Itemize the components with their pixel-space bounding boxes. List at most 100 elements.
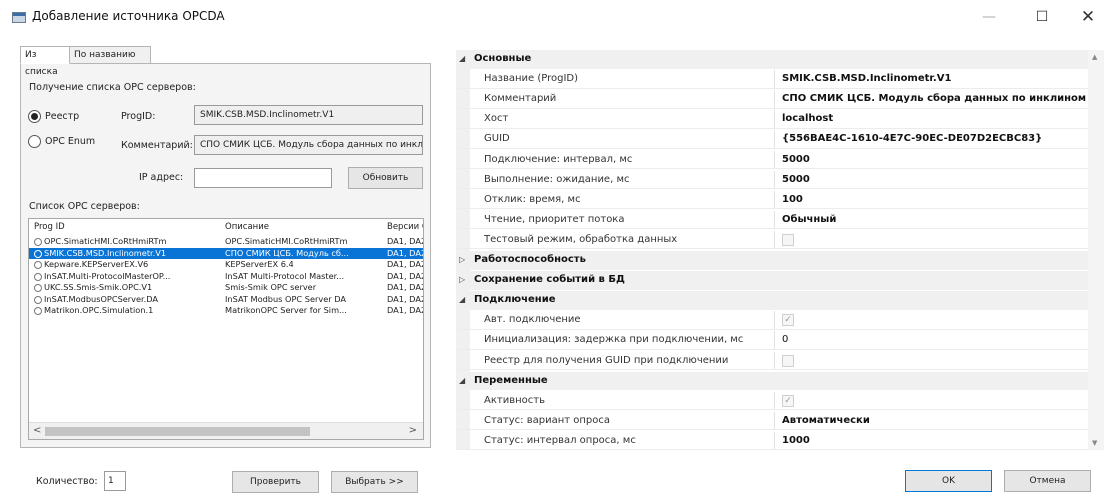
comment-field[interactable]: СПО СМИК ЦСБ. Модуль сбора данных по инк… [194, 135, 423, 155]
collapse-icon[interactable]: ◢ [459, 376, 465, 385]
property-name: Статус: вариант опроса [484, 414, 611, 426]
property-value[interactable]: 5000 [782, 154, 1088, 165]
scroll-left-arrow[interactable]: < [33, 425, 41, 436]
property-value[interactable]: 1000 [782, 435, 1088, 446]
window-icon [12, 12, 26, 23]
column-divider [774, 170, 775, 189]
property-value[interactable]: СПО СМИК ЦСБ. Модуль сбора данных по инк… [782, 93, 1088, 104]
property-category[interactable]: ▷ Работоспособность [456, 251, 1088, 270]
property-value[interactable]: 5000 [782, 174, 1088, 185]
property-value[interactable]: 0 [782, 334, 1088, 345]
minimize-button[interactable]: — [969, 6, 1009, 28]
property-value[interactable]: localhost [782, 113, 1088, 124]
registry-radio[interactable] [28, 110, 41, 123]
property-checkbox[interactable] [782, 354, 794, 367]
table-row[interactable]: UKC.SS.Smis-Smik.OPC.V1 Smis-Smik OPC ser… [29, 282, 423, 294]
horizontal-scrollbar[interactable]: < > [29, 422, 423, 439]
property-row[interactable]: Статус: вариант опроса Автоматически [456, 411, 1088, 431]
collapse-icon[interactable]: ◢ [459, 54, 465, 63]
property-category[interactable]: ◢ Основные [456, 50, 1088, 69]
prog-id-cell: UKC.SS.Smis-Smik.OPC.V1 [44, 282, 153, 292]
property-name: Авт. подключение [484, 314, 581, 326]
property-value[interactable]: 100 [782, 194, 1088, 205]
property-value[interactable]: {556BAE4C-1610-4E7C-90EC-DE07D2ECBC83} [782, 133, 1088, 144]
tab-by-name[interactable]: По названию [69, 46, 151, 64]
property-row[interactable]: Хост localhost [456, 110, 1088, 129]
property-row[interactable]: Авт. подключение ✓ [456, 311, 1088, 330]
scroll-up-arrow[interactable]: ▲ [1092, 53, 1097, 61]
property-value[interactable]: Автоматически [782, 415, 1088, 426]
property-row[interactable]: Отклик: время, мс 100 [456, 190, 1088, 210]
server-icon [34, 272, 42, 281]
property-name: Чтение, приоритет потока [484, 213, 625, 225]
table-row[interactable]: SMIK.CSB.MSD.Inclinometr.V1 СПО СМИК ЦСБ.… [29, 247, 423, 259]
expand-icon[interactable]: ▷ [459, 255, 465, 264]
server-icon [34, 284, 42, 292]
table-row[interactable]: Matrikon.OPC.Simulation.1 MatrikonOPC Ser… [29, 305, 423, 317]
check-button[interactable]: Проверить [232, 471, 319, 493]
column-divider [774, 331, 775, 349]
property-row[interactable]: Название (ProgID) SMIK.CSB.MSD.Inclinomet… [456, 70, 1088, 89]
column-header-prog-id[interactable]: Prog ID [34, 222, 217, 232]
from-list-panel: Получение списка OPC серверов: Реестр OP… [20, 63, 431, 448]
comment-label: Комментарий: [121, 140, 193, 151]
property-checkbox[interactable] [782, 233, 794, 246]
ok-button[interactable]: OK [905, 470, 992, 492]
opc-server-list[interactable]: Prog ID Описание Версии OPC D. OPC.Simat… [28, 218, 424, 440]
property-row[interactable]: Выполнение: ожидание, мс 5000 [456, 170, 1088, 190]
versions-cell: DA1, DA2, DA3 [387, 259, 423, 269]
description-cell: InSAT Modbus OPC Server DA [225, 293, 346, 304]
property-row[interactable]: Подключение: интервал, мс 5000 [456, 150, 1088, 169]
refresh-button[interactable]: Обновить [348, 167, 423, 189]
property-row[interactable]: GUID {556BAE4C-1610-4E7C-90EC-DE07D2ECBC8… [456, 130, 1088, 149]
property-grid[interactable]: ◢ Основные Название (ProgID) SMIK.CSB.MSD.I… [456, 50, 1104, 450]
property-name: Отклик: время, мс [484, 193, 581, 205]
expand-icon[interactable]: ▷ [459, 275, 465, 284]
scroll-right-arrow[interactable]: > [409, 425, 417, 436]
count-field[interactable]: 1 [104, 471, 126, 491]
scroll-down-arrow[interactable]: ▼ [1092, 439, 1097, 447]
property-name: Инициализация: задержка при подключении,… [484, 334, 744, 346]
property-row[interactable]: Комментарий СПО СМИК ЦСБ. Модуль сбора да… [456, 90, 1088, 109]
property-value[interactable]: SMIK.CSB.MSD.Inclinometr.V1 [782, 73, 1088, 84]
property-checkbox[interactable]: ✓ [782, 314, 794, 327]
column-divider [774, 411, 775, 430]
registry-radio-label: Реестр [45, 111, 80, 122]
property-checkbox[interactable]: ✓ [782, 394, 794, 407]
server-icon [34, 295, 42, 304]
close-button[interactable]: ✕ [1068, 6, 1108, 28]
cancel-button[interactable]: Отмена [1004, 470, 1091, 492]
tab-from-list[interactable]: Из списка [20, 46, 70, 77]
property-row[interactable]: Статус: интервал опроса, мс 1000 [456, 431, 1088, 450]
property-row[interactable]: Реестр для получения GUID при подключени… [456, 351, 1088, 370]
property-row[interactable]: Инициализация: задержка при подключении,… [456, 331, 1088, 350]
table-row[interactable]: Kepware.KEPServerEX.V6 KEPServerEX 6.4 DA1… [29, 259, 423, 271]
collapse-icon[interactable]: ◢ [459, 295, 465, 304]
vertical-scrollbar[interactable]: ▲ ▼ [1088, 50, 1104, 450]
column-header-versions[interactable]: Версии OPC D. [387, 222, 423, 232]
server-list-label: Список OPC серверов: [29, 201, 140, 212]
opc-enum-radio[interactable] [28, 135, 41, 148]
table-row[interactable]: InSAT.ModbusOPCServer.DA InSAT Modbus OPC… [29, 294, 423, 306]
column-header-description[interactable]: Описание [225, 222, 379, 232]
select-button[interactable]: Выбрать >> [331, 471, 418, 493]
column-divider [774, 150, 775, 168]
prog-id-cell: SMIK.CSB.MSD.Inclinometr.V1 [44, 247, 167, 258]
property-row[interactable]: Тестовый режим, обработка данных [456, 230, 1088, 250]
property-name: Статус: интервал опроса, мс [484, 434, 636, 446]
maximize-button[interactable]: ☐ [1022, 6, 1062, 28]
progid-field[interactable]: SMIK.CSB.MSD.Inclinometr.V1 [194, 105, 423, 125]
property-name: Подключение: интервал, мс [484, 153, 633, 165]
column-divider [774, 311, 775, 329]
property-category[interactable]: ◢ Переменные [456, 371, 1088, 391]
property-row[interactable]: Чтение, приоритет потока Обычный [456, 210, 1088, 230]
property-category[interactable]: ◢ Подключение [456, 291, 1088, 310]
property-category[interactable]: ▷ Сохранение событий в БД [456, 271, 1088, 290]
ip-address-input[interactable] [194, 168, 332, 188]
scrollbar-thumb[interactable] [45, 427, 310, 436]
table-row[interactable]: InSAT.Multi-ProtocolMasterOP... InSAT Mul… [29, 271, 423, 283]
property-value[interactable]: Обычный [782, 214, 1088, 225]
table-row[interactable]: OPC.SimaticHMI.CoRtHmiRTm OPC.SimaticHMI.… [29, 236, 423, 248]
property-name: Хост [484, 113, 509, 125]
property-row[interactable]: Активность ✓ [456, 391, 1088, 411]
